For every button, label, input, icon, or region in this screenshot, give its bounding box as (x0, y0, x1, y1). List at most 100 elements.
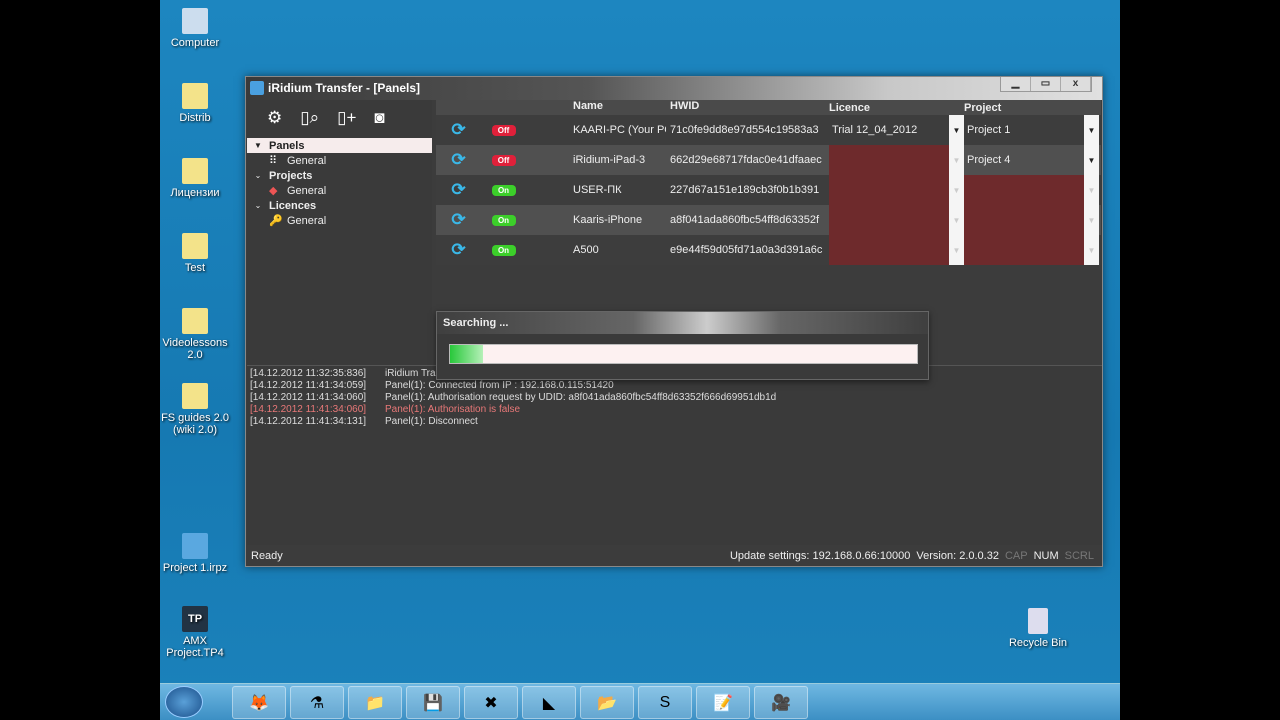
panel-hwid: e9e44f59d05fd71a0a3d391a6c (670, 244, 823, 256)
refresh-icon[interactable]: ⟳ (451, 240, 465, 259)
chevron-down-icon[interactable]: ▼ (1084, 235, 1099, 265)
col-hwid[interactable]: HWID (666, 100, 829, 115)
desktop-icon-fs-guides[interactable]: FS guides 2.0 (wiki 2.0) (155, 383, 235, 436)
panel-name: USER-ПК (573, 184, 622, 196)
taskbar-explorer[interactable]: 📁 (348, 686, 402, 719)
licence-dropdown[interactable]: ▼ (829, 235, 964, 265)
icon-label: Distrib (179, 112, 211, 124)
icon-label: Test (184, 262, 206, 274)
chevron-down-icon[interactable]: ▼ (949, 115, 964, 145)
state-toggle[interactable]: On (491, 245, 516, 256)
state-toggle[interactable]: On (491, 215, 516, 226)
project-dropdown[interactable]: ▼ (964, 205, 1099, 235)
title-bar[interactable]: iRidium Transfer - [Panels] ▁ ▭ x (246, 77, 1102, 100)
desktop-icon-test[interactable]: Test (155, 233, 235, 274)
settings-icon[interactable]: ⚙ (267, 108, 282, 138)
state-toggle[interactable]: On (491, 185, 516, 196)
panel-hwid: a8f041ada860fbc54ff8d63352f (670, 214, 820, 226)
table-row[interactable]: ⟳ On A500 e9e44f59d05fd71a0a3d391a6c ▼ ▼ (436, 235, 1101, 265)
icon-label: Project 1.irpz (162, 562, 228, 574)
licence-dropdown[interactable]: ▼ (829, 175, 964, 205)
col-name[interactable]: Name (571, 100, 666, 115)
chevron-down-icon[interactable]: ▼ (1084, 145, 1099, 175)
chevron-down-icon[interactable]: ▼ (949, 175, 964, 205)
state-toggle[interactable]: Off (491, 125, 516, 136)
search-panel-icon[interactable]: ▯⌕ (300, 108, 319, 138)
taskbar-notes[interactable]: 📝 (696, 686, 750, 719)
chevron-down-icon[interactable]: ▼ (1084, 115, 1099, 145)
tree-item-licences[interactable]: ⌄ Licences (247, 198, 432, 213)
taskbar-save-app[interactable]: 💾 (406, 686, 460, 719)
start-button[interactable] (165, 686, 203, 718)
tree-item-licences-general[interactable]: 🔑 General (247, 213, 432, 228)
col-licence[interactable]: Licence (829, 100, 964, 115)
log-entry: [14.12.2012 11:41:34:060] Panel(1): Autho… (250, 404, 1102, 416)
taskbar-skype[interactable]: S (638, 686, 692, 719)
version: Version: 2.0.0.32 (916, 550, 999, 562)
status-text: Ready (251, 550, 283, 562)
taskbar-firefox[interactable]: 🦊 (232, 686, 286, 719)
tree-item-panels-general[interactable]: ⠿ General (247, 153, 432, 168)
log-entry: [14.12.2012 11:41:34:059] Panel(1): Conne… (250, 380, 1102, 392)
taskbar-app-folder[interactable]: 📂 (580, 686, 634, 719)
tree-item-projects-general[interactable]: ◆ General (247, 183, 432, 198)
project-value (964, 175, 1084, 205)
project-dropdown[interactable]: ▼ (964, 235, 1099, 265)
desktop-icon-computer[interactable]: Computer (155, 8, 235, 49)
log-time: [14.12.2012 11:41:34:060] (250, 392, 367, 403)
log-panel: [14.12.2012 11:32:35:836] iRidium Transfe… (247, 365, 1102, 545)
update-settings: Update settings: 192.168.0.66:10000 (729, 550, 911, 562)
tree-item-panels[interactable]: ▼ Panels (247, 138, 432, 153)
desktop-icon-amx-project[interactable]: TP AMX Project.TP4 (155, 606, 235, 659)
panel-name: KAARI-PC (Your PC) (573, 124, 666, 136)
licence-dropdown[interactable]: ▼ (829, 145, 964, 175)
desktop-icon-recycle-bin[interactable]: Recycle Bin (998, 608, 1078, 649)
icon-label: AMX Project.TP4 (166, 635, 224, 659)
taskbar-camera[interactable]: 🎥 (754, 686, 808, 719)
log-message: Panel(1): Authorisation request by UDID:… (385, 392, 777, 403)
chevron-down-icon[interactable]: ▼ (949, 205, 964, 235)
refresh-icon[interactable]: ⟳ (451, 150, 465, 169)
project-value: Project 4 (967, 154, 1011, 166)
table-row[interactable]: ⟳ On Kaaris-iPhone a8f041ada860fbc54ff8d… (436, 205, 1101, 235)
taskbar-iridium-transfer[interactable]: ◣ (522, 686, 576, 719)
refresh-icon[interactable]: ⟳ (451, 180, 465, 199)
state-toggle[interactable]: Off (491, 155, 516, 166)
minimize-button[interactable]: ▁ (1001, 77, 1031, 91)
desktop-icon-videolessons[interactable]: Videolessons 2.0 (155, 308, 235, 361)
licence-dropdown[interactable]: Trial 12_04_2012 ▼ (829, 115, 964, 145)
table-row[interactable]: ⟳ Off iRidium-iPad-3 662d29e68717fdac0e4… (436, 145, 1101, 175)
tree-item-projects[interactable]: ⌄ Projects (247, 168, 432, 183)
screenshot-icon[interactable]: ◙ (374, 108, 384, 138)
desktop-icon-licenses[interactable]: Лицензии (155, 158, 235, 199)
licence-dropdown[interactable]: ▼ (829, 205, 964, 235)
key-icon: 🔑 (269, 215, 283, 227)
project-dropdown[interactable]: Project 4 ▼ (964, 145, 1099, 175)
icon-label: Лицензии (170, 187, 220, 199)
table-row[interactable]: ⟳ On USER-ПК 227d67a151e189cb3f0b1b391 ▼… (436, 175, 1101, 205)
chevron-down-icon[interactable]: ▼ (949, 235, 964, 265)
desktop-icon-distrib[interactable]: Distrib (155, 83, 235, 124)
add-panel-icon[interactable]: ▯+ (337, 108, 356, 138)
chevron-down-icon[interactable]: ▼ (1084, 175, 1099, 205)
table-row[interactable]: ⟳ Off KAARI-PC (Your PC) 71c0fe9dd8e97d5… (436, 115, 1101, 145)
maximize-button[interactable]: ▭ (1031, 77, 1061, 91)
log-message: Panel(1): Authorisation is false (385, 404, 521, 415)
desktop-icon-project-irpz[interactable]: Project 1.irpz (155, 533, 235, 574)
col-project[interactable]: Project (964, 100, 1099, 115)
refresh-icon[interactable]: ⟳ (451, 210, 465, 229)
dialog-title: Searching ... (437, 312, 928, 334)
close-button[interactable]: x (1061, 77, 1091, 91)
refresh-icon[interactable]: ⟳ (451, 120, 465, 139)
icon-label: Videolessons 2.0 (162, 337, 228, 361)
num-indicator: NUM (1033, 550, 1059, 562)
chevron-down-icon[interactable]: ▼ (1084, 205, 1099, 235)
project-dropdown[interactable]: ▼ (964, 175, 1099, 205)
project-dropdown[interactable]: Project 1 ▼ (964, 115, 1099, 145)
log-time: [14.12.2012 11:41:34:059] (250, 380, 367, 391)
taskbar-app-green[interactable]: ⚗ (290, 686, 344, 719)
licence-value (829, 205, 949, 235)
taskbar-iridium-tools[interactable]: ✖ (464, 686, 518, 719)
panels-table: Name HWID Licence Project ⟳ Off KAARI-PC… (436, 100, 1101, 265)
chevron-down-icon[interactable]: ▼ (949, 145, 964, 175)
